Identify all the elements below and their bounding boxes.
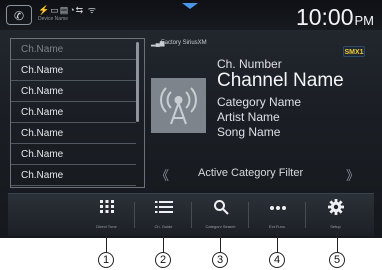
toolbar-divider bbox=[248, 202, 249, 228]
list-item[interactable]: Ch.Name bbox=[11, 60, 136, 81]
clock-ampm: PM bbox=[354, 13, 375, 28]
callout-3: 3 bbox=[212, 252, 228, 268]
category-filter-label: Active Category Filter bbox=[198, 167, 304, 179]
sxm-screen: ✆ ⚡▭▤◔⇆ ᯤ Device Name 10:00PM Ch.Name Ch… bbox=[0, 0, 382, 238]
list-item[interactable]: Ch.Name bbox=[11, 144, 136, 165]
status-icons: ⚡▭▤◔⇆ ᯤ bbox=[38, 5, 97, 15]
source-name: Factory SiriusXM bbox=[161, 40, 207, 46]
callout-line bbox=[163, 228, 164, 252]
clock-time: 10:00 bbox=[295, 4, 354, 30]
channel-list: Ch.Name Ch.Name Ch.Name Ch.Name Ch.Name … bbox=[10, 38, 145, 188]
prev-category-button[interactable]: 《 bbox=[156, 165, 169, 184]
list-item[interactable]: Ch.Name bbox=[11, 165, 136, 186]
clock: 10:00PM bbox=[296, 4, 374, 31]
channel-guide-icon bbox=[136, 199, 191, 219]
album-art bbox=[151, 78, 206, 133]
list-item[interactable]: Ch.Name bbox=[11, 123, 136, 144]
setup-icon bbox=[308, 199, 363, 219]
artist-name: Artist Name bbox=[217, 110, 280, 124]
callout-5: 5 bbox=[329, 252, 345, 268]
toolbar-divider bbox=[134, 202, 135, 228]
channel-name: Channel Name bbox=[217, 70, 344, 91]
toolbar-divider bbox=[191, 202, 192, 228]
list-scrollbar[interactable] bbox=[136, 42, 139, 122]
setup-label: Setup bbox=[330, 224, 341, 229]
bottom-toolbar: Direct Tune Ch. Guide Category Search Ex… bbox=[8, 193, 374, 236]
ext-func-icon bbox=[250, 199, 305, 219]
radio-antenna-icon bbox=[160, 87, 197, 125]
callout-line bbox=[337, 228, 338, 252]
device-name: Device Name bbox=[38, 16, 69, 22]
callout-4: 4 bbox=[269, 252, 285, 268]
callout-line bbox=[106, 228, 107, 252]
callout-2: 2 bbox=[155, 252, 171, 268]
list-item[interactable]: Ch.Name bbox=[11, 81, 136, 102]
next-category-button[interactable]: 》 bbox=[346, 165, 359, 184]
direct-tune-icon bbox=[79, 199, 134, 219]
song-name: Song Name bbox=[217, 125, 281, 139]
toolbar-divider bbox=[305, 202, 306, 228]
phone-button[interactable]: ✆ bbox=[6, 5, 32, 25]
category-name: Category Name bbox=[217, 95, 302, 109]
sxm-badge: SMX1 bbox=[343, 46, 365, 57]
category-search-icon bbox=[193, 199, 248, 219]
list-item[interactable]: Ch.Name bbox=[11, 39, 136, 60]
channel-number: Ch. Number bbox=[217, 57, 282, 71]
setup-button[interactable]: Setup bbox=[308, 194, 363, 236]
callout-line bbox=[277, 228, 278, 252]
pulldown-arrow-icon[interactable] bbox=[182, 3, 198, 9]
callout-line bbox=[220, 228, 221, 252]
phone-icon: ✆ bbox=[13, 9, 25, 23]
status-bar: ✆ ⚡▭▤◔⇆ ᯤ Device Name 10:00PM bbox=[0, 0, 382, 30]
list-item[interactable]: Ch.Name bbox=[11, 102, 136, 123]
callout-1: 1 bbox=[98, 252, 114, 268]
